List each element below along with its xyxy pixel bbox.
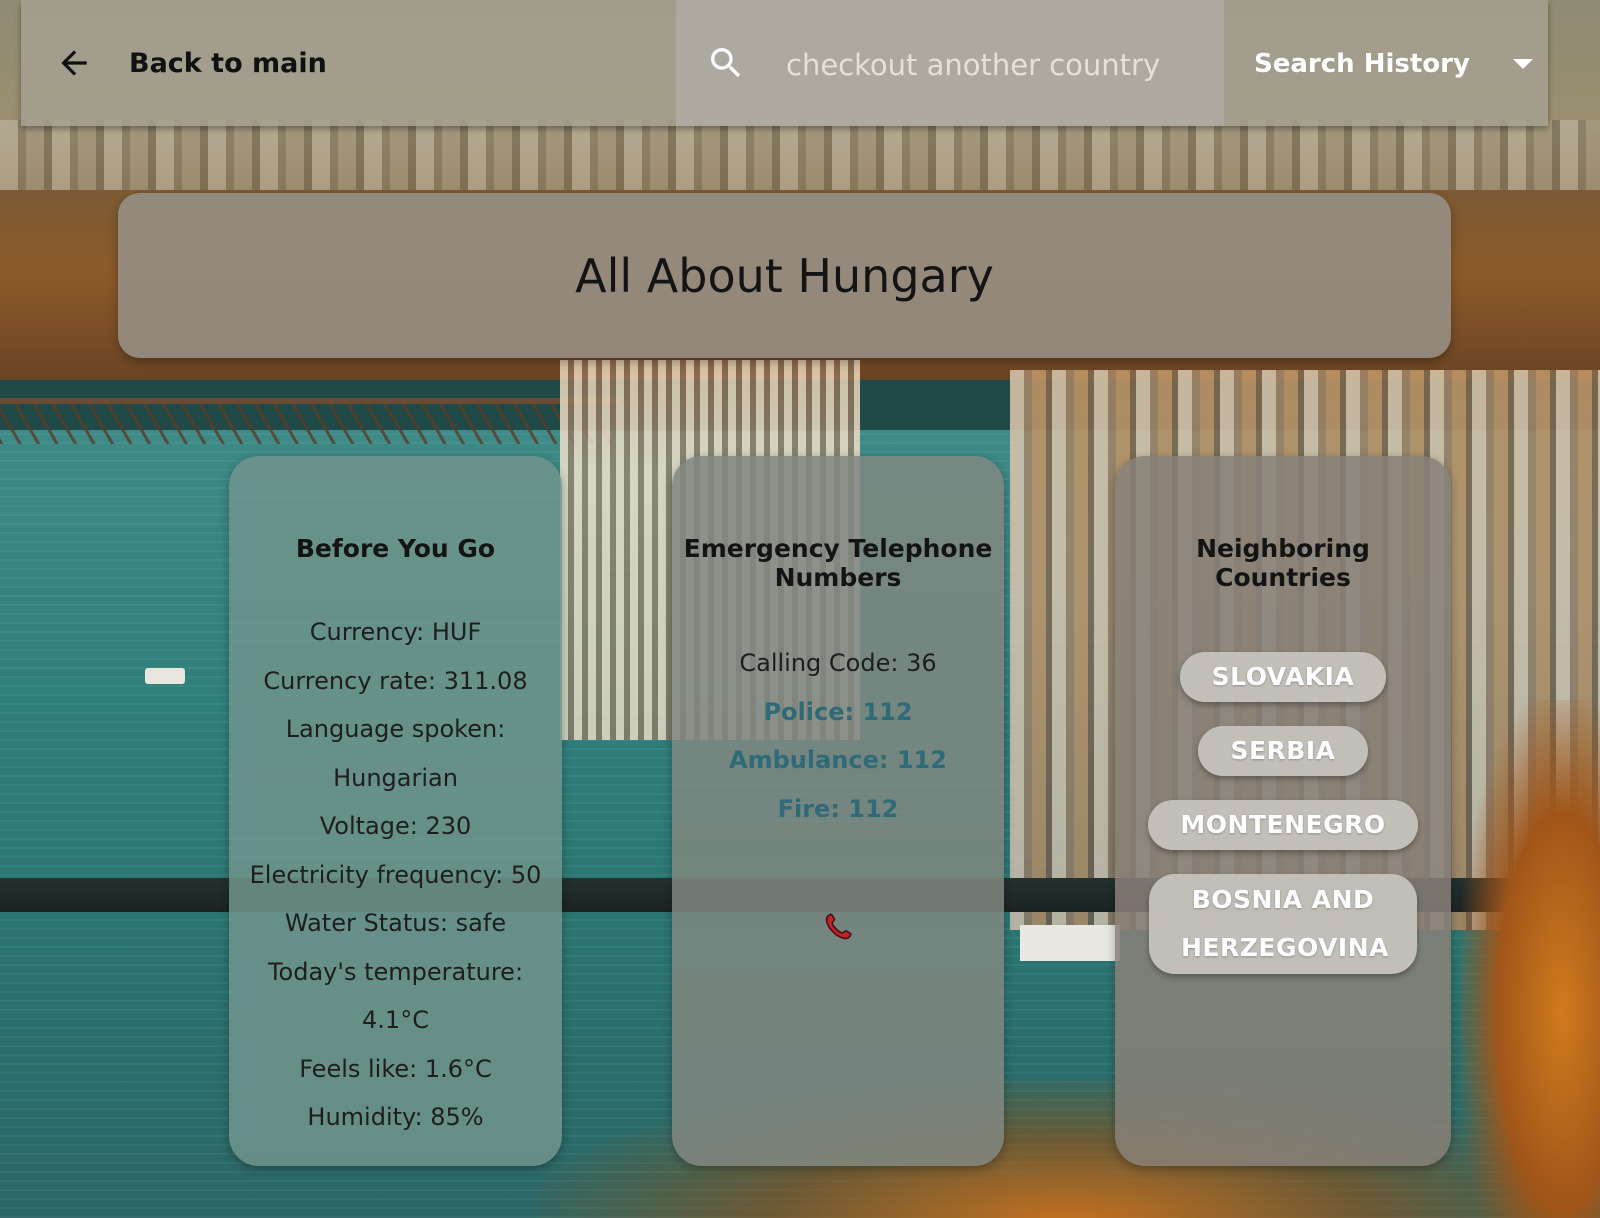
neighbor-chip-list: SLOVAKIA SERBIA MONTENEGRO BOSNIA AND HE… <box>1115 652 1451 974</box>
country-search-box <box>676 0 1224 126</box>
river-boat <box>1020 925 1120 961</box>
country-chip-serbia[interactable]: SERBIA <box>1198 726 1368 776</box>
info-line: Water Status: safe <box>284 909 507 937</box>
info-line: Currency: HUF <box>309 618 482 646</box>
page: Back to main Search History All About Hu… <box>0 0 1600 1218</box>
info-line: Hungarian <box>333 763 458 792</box>
title-card: All About Hungary <box>118 193 1451 358</box>
boat <box>145 668 185 684</box>
before-you-go-heading: Before You Go <box>295 534 496 563</box>
police-number-link[interactable]: Police: 112 <box>682 688 994 737</box>
info-line: Today's temperature: <box>267 957 524 986</box>
neighboring-countries-card: Neighboring Countries SLOVAKIA SERBIA MO… <box>1115 456 1451 1166</box>
info-line: Currency rate: 311.08 <box>263 666 528 695</box>
country-chip-montenegro[interactable]: MONTENEGRO <box>1148 800 1418 850</box>
emergency-numbers-card: Emergency Telephone Numbers Calling Code… <box>672 456 1004 1166</box>
before-you-go-info: Currency: HUF Currency rate: 311.08 Lang… <box>239 608 552 1142</box>
emergency-info: Calling Code: 36 Police: 112 Ambulance: … <box>682 639 994 833</box>
search-input[interactable] <box>784 38 1208 92</box>
top-app-bar: Back to main Search History <box>21 0 1548 126</box>
fire-number-link[interactable]: Fire: 112 <box>682 785 994 834</box>
emergency-heading: Emergency Telephone Numbers <box>683 534 993 592</box>
info-line: Feels like: 1.6°C <box>299 1054 492 1083</box>
back-to-main-button[interactable]: Back to main <box>55 30 327 96</box>
info-line: 4.1°C <box>362 1006 429 1034</box>
country-chip-slovakia[interactable]: SLOVAKIA <box>1179 652 1387 702</box>
phone-icon[interactable] <box>822 911 854 943</box>
country-chip-bosnia-and-herzegovina[interactable]: BOSNIA AND HERZEGOVINA <box>1149 874 1417 974</box>
page-title: All About Hungary <box>575 248 994 303</box>
back-to-main-label: Back to main <box>129 47 327 79</box>
info-line: Humidity: 85% <box>307 1103 484 1131</box>
caret-down-icon <box>1513 59 1533 69</box>
calling-code: Calling Code: 36 <box>739 649 937 677</box>
bridge <box>0 398 620 444</box>
ambulance-number-link[interactable]: Ambulance: 112 <box>682 736 994 785</box>
info-line: Electricity frequency: 50 <box>249 860 542 889</box>
search-history-label: Search History <box>1254 49 1470 79</box>
arrow-left-icon <box>61 50 87 76</box>
info-line: Voltage: 230 <box>319 812 472 840</box>
search-icon <box>711 48 741 78</box>
search-history-dropdown[interactable]: Search History <box>1254 40 1544 88</box>
info-line: Language spoken: <box>285 715 506 743</box>
before-you-go-card: Before You Go Currency: HUF Currency rat… <box>229 456 562 1166</box>
neighbors-heading: Neighboring Countries <box>1196 534 1370 592</box>
